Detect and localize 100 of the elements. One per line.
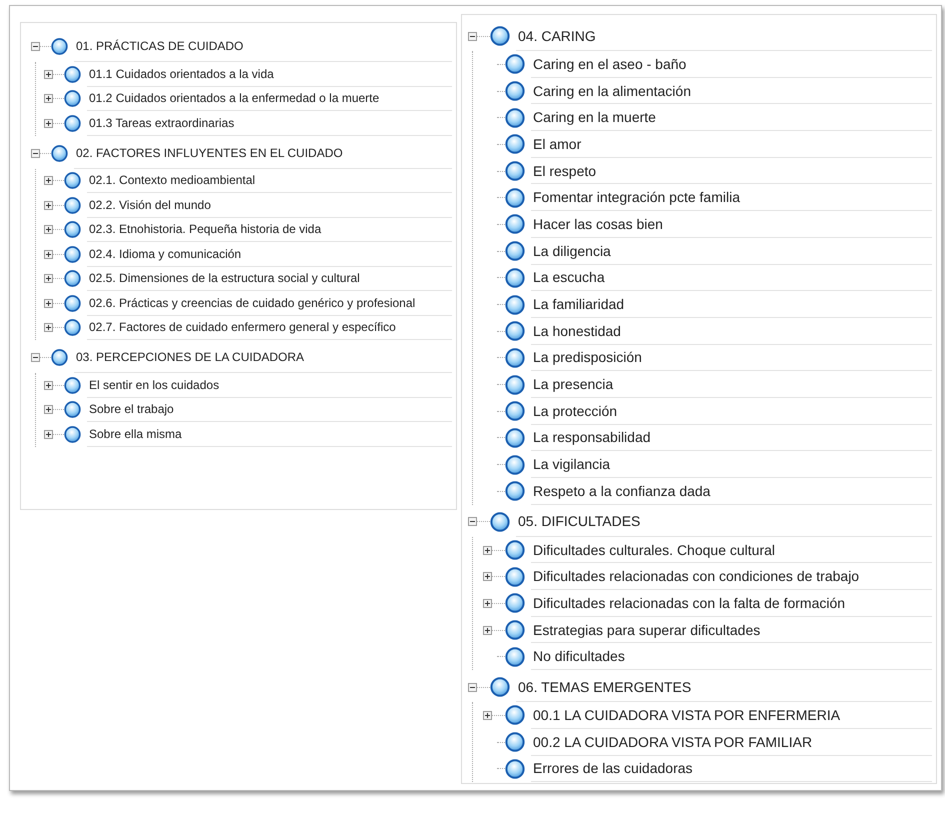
expand-toggle[interactable] <box>44 274 53 284</box>
node-label[interactable]: Dificultades relacionadas con condiciones de trabajo <box>531 563 932 590</box>
bubble-icon <box>505 454 525 475</box>
node-label[interactable]: Sobre el trabajo <box>87 398 452 422</box>
node-label[interactable]: 02.1. Contexto medioambiental <box>87 168 452 193</box>
node-label[interactable]: La familiaridad <box>531 291 932 318</box>
node-label[interactable]: 02.4. Idioma y comunicación <box>87 242 452 266</box>
node-label[interactable]: 02. FACTORES INFLUYENTES EN EL CUIDADO <box>74 138 452 168</box>
bubble-icon <box>505 268 525 288</box>
node-label[interactable]: La responsabilidad <box>531 424 932 452</box>
node-label[interactable]: Hacer las cosas bien <box>531 211 932 238</box>
node-label[interactable]: 00.1 LA CUIDADORA VISTA POR ENFERMERIA <box>531 702 932 729</box>
node-label[interactable]: El respeto <box>531 158 932 184</box>
bubble-icon <box>490 677 510 698</box>
bubble-icon <box>505 481 525 502</box>
node-label[interactable]: No dificultades <box>531 643 932 670</box>
expand-toggle[interactable] <box>44 430 53 439</box>
expand-toggle[interactable] <box>44 200 53 210</box>
expand-toggle[interactable] <box>44 118 53 128</box>
bubble-icon <box>64 426 81 443</box>
node-label[interactable]: La presencia <box>531 371 932 398</box>
node-label[interactable]: 04. CARING <box>516 21 932 51</box>
node-label[interactable]: La predisposición <box>531 344 932 372</box>
expand-toggle[interactable] <box>483 546 492 555</box>
node-label[interactable]: Errores de las cuidadoras <box>531 756 932 782</box>
bubble-icon <box>505 566 525 587</box>
expand-toggle[interactable] <box>44 70 53 79</box>
node-label[interactable]: Caring en la alimentación <box>531 78 932 104</box>
bubble-icon <box>51 349 68 366</box>
collapse-toggle[interactable] <box>31 148 40 158</box>
collapse-toggle[interactable] <box>31 353 40 362</box>
node-label[interactable]: 02.7. Factores de cuidado enfermero general y específico <box>87 316 452 340</box>
node-label[interactable]: Dificultades relacionadas con la falta de formación <box>531 590 932 617</box>
bubble-icon <box>505 705 525 726</box>
expand-toggle[interactable] <box>44 225 53 234</box>
node-label[interactable]: 02.2. Visión del mundo <box>87 193 452 218</box>
bubble-icon <box>505 348 525 368</box>
collapse-toggle[interactable] <box>468 517 477 526</box>
node-label[interactable]: 02.6. Prácticas y creencias de cuidado genérico y profesional <box>87 291 452 316</box>
bubble-icon <box>505 321 525 342</box>
expand-toggle[interactable] <box>483 710 492 720</box>
expand-toggle[interactable] <box>44 380 53 390</box>
expand-toggle[interactable] <box>44 94 53 104</box>
node-label[interactable]: El amor <box>531 131 932 158</box>
bubble-icon <box>64 246 81 263</box>
node-label[interactable]: 02.3. Etnohistoria. Pequeña historia de vida <box>87 218 452 242</box>
bubble-icon <box>64 401 81 418</box>
bubble-icon <box>64 90 81 108</box>
node-label[interactable]: 01.2 Cuidados orientados a la enfermedad o la muerte <box>87 86 452 111</box>
bubble-icon <box>505 593 525 614</box>
expand-toggle[interactable] <box>483 626 492 635</box>
expand-toggle[interactable] <box>483 598 492 608</box>
expand-toggle[interactable] <box>44 176 53 186</box>
node-label[interactable]: 02.5. Dimensiones de la estructura social y cultural <box>87 266 452 291</box>
node-label[interactable]: 06. TEMAS EMERGENTES <box>516 672 932 702</box>
node-label[interactable]: El sentir en los cuidados <box>87 373 452 398</box>
bubble-icon <box>51 144 68 162</box>
collapse-toggle[interactable] <box>468 682 477 692</box>
bubble-icon <box>505 758 525 779</box>
bubble-icon <box>490 512 510 532</box>
node-label[interactable]: La honestidad <box>531 318 932 345</box>
bubble-icon <box>505 108 525 128</box>
expand-toggle[interactable] <box>44 250 53 259</box>
expand-toggle[interactable] <box>44 405 53 414</box>
node-label[interactable]: Caring en la muerte <box>531 104 932 132</box>
bubble-icon <box>64 196 81 214</box>
bubble-icon <box>505 374 525 395</box>
collapse-toggle[interactable] <box>31 42 40 51</box>
node-label[interactable]: La escucha <box>531 264 932 292</box>
node-label[interactable]: 00.2 LA CUIDADORA VISTA POR FAMILIAR <box>531 728 932 756</box>
node-label[interactable]: 05. DIFICULTADES <box>516 506 932 537</box>
bubble-icon <box>505 620 525 640</box>
bubble-icon <box>505 646 525 667</box>
node-label[interactable]: 01. PRÁCTICAS DE CUIDADO <box>74 31 452 62</box>
bubble-icon <box>64 172 81 190</box>
bubble-icon <box>505 214 525 234</box>
expand-toggle[interactable] <box>44 323 53 332</box>
node-label[interactable]: Caring en el aseo - baño <box>531 51 932 78</box>
bubble-icon <box>505 732 525 752</box>
bubble-icon <box>505 401 525 422</box>
node-label[interactable]: 01.1 Cuidados orientados a la vida <box>87 62 452 86</box>
node-label[interactable]: La diligencia <box>531 238 932 264</box>
node-label[interactable]: Fomentar integración pcte familia <box>531 184 932 212</box>
node-label[interactable]: Estrategias para superar dificultades <box>531 616 932 644</box>
bubble-icon <box>505 428 525 448</box>
bubble-icon <box>64 221 81 238</box>
node-label[interactable]: Sobre ella misma <box>87 422 452 446</box>
collapse-toggle[interactable] <box>468 32 477 40</box>
node-label[interactable]: Respeto a la confianza dada <box>531 478 932 505</box>
node-label[interactable]: La protección <box>531 398 932 425</box>
expand-toggle[interactable] <box>483 572 492 582</box>
node-label[interactable]: 03. PERCEPCIONES DE LA CUIDADORA <box>74 342 452 373</box>
expand-toggle[interactable] <box>44 298 53 308</box>
bubble-icon <box>64 114 81 132</box>
bubble-icon <box>64 319 81 336</box>
bubble-icon <box>64 66 81 83</box>
node-label[interactable]: La vigilancia <box>531 451 932 478</box>
node-label[interactable]: Dificultades culturales. Choque cultural <box>531 536 932 564</box>
node-label[interactable]: 01.3 Tareas extraordinarias <box>87 111 452 136</box>
bubble-icon <box>505 188 525 208</box>
